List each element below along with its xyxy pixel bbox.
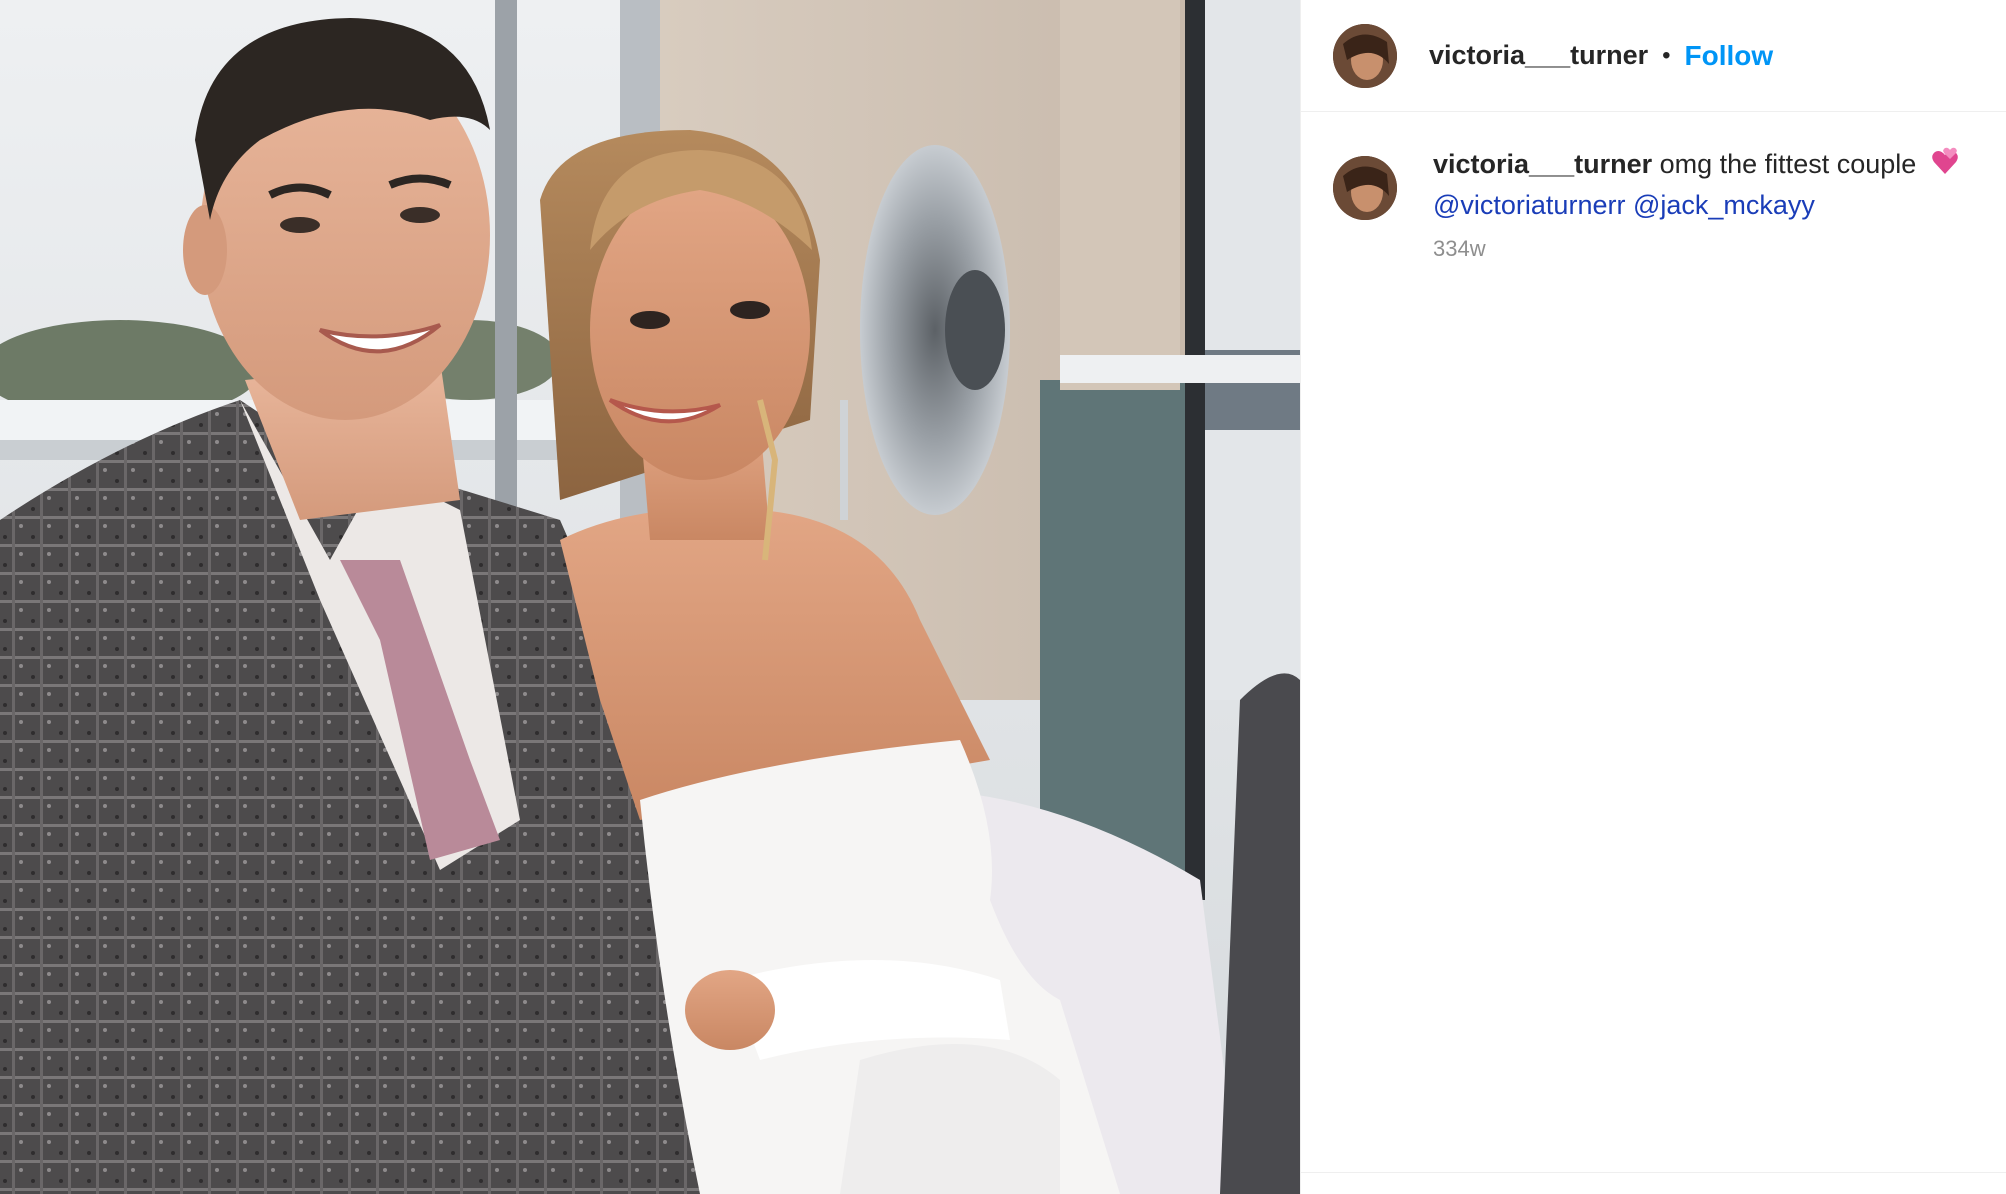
post-side-panel: victoria___turner • Follow victoria___tu… bbox=[1300, 0, 2006, 1194]
caption-avatar[interactable] bbox=[1333, 156, 1397, 220]
caption-text: victoria___turner omg the fittest couple… bbox=[1433, 146, 1974, 224]
header-username[interactable]: victoria___turner bbox=[1429, 40, 1648, 71]
divider bbox=[1301, 1172, 2006, 1173]
post-photo[interactable] bbox=[0, 0, 1300, 1194]
follow-button[interactable]: Follow bbox=[1685, 40, 1774, 72]
caption-username[interactable]: victoria___turner bbox=[1433, 149, 1652, 179]
caption-comment: victoria___turner omg the fittest couple… bbox=[1301, 112, 2006, 262]
mention-link[interactable]: @jack_mckayy bbox=[1633, 190, 1815, 220]
instagram-post: victoria___turner • Follow victoria___tu… bbox=[0, 0, 2006, 1194]
mention-link[interactable]: @victoriaturnerr bbox=[1433, 190, 1625, 220]
caption-timestamp[interactable]: 334w bbox=[1433, 236, 1974, 262]
profile-picture bbox=[1333, 156, 1397, 220]
revolving-hearts-icon bbox=[1930, 147, 1960, 187]
post-header: victoria___turner • Follow bbox=[1301, 0, 2006, 112]
caption-body: victoria___turner omg the fittest couple… bbox=[1433, 146, 1974, 262]
header-separator: • bbox=[1662, 41, 1671, 69]
profile-picture bbox=[1333, 23, 1397, 88]
caption-message: omg the fittest couple bbox=[1659, 149, 1917, 179]
couple-photo-illustration bbox=[0, 0, 1300, 1194]
avatar[interactable] bbox=[1333, 23, 1397, 88]
